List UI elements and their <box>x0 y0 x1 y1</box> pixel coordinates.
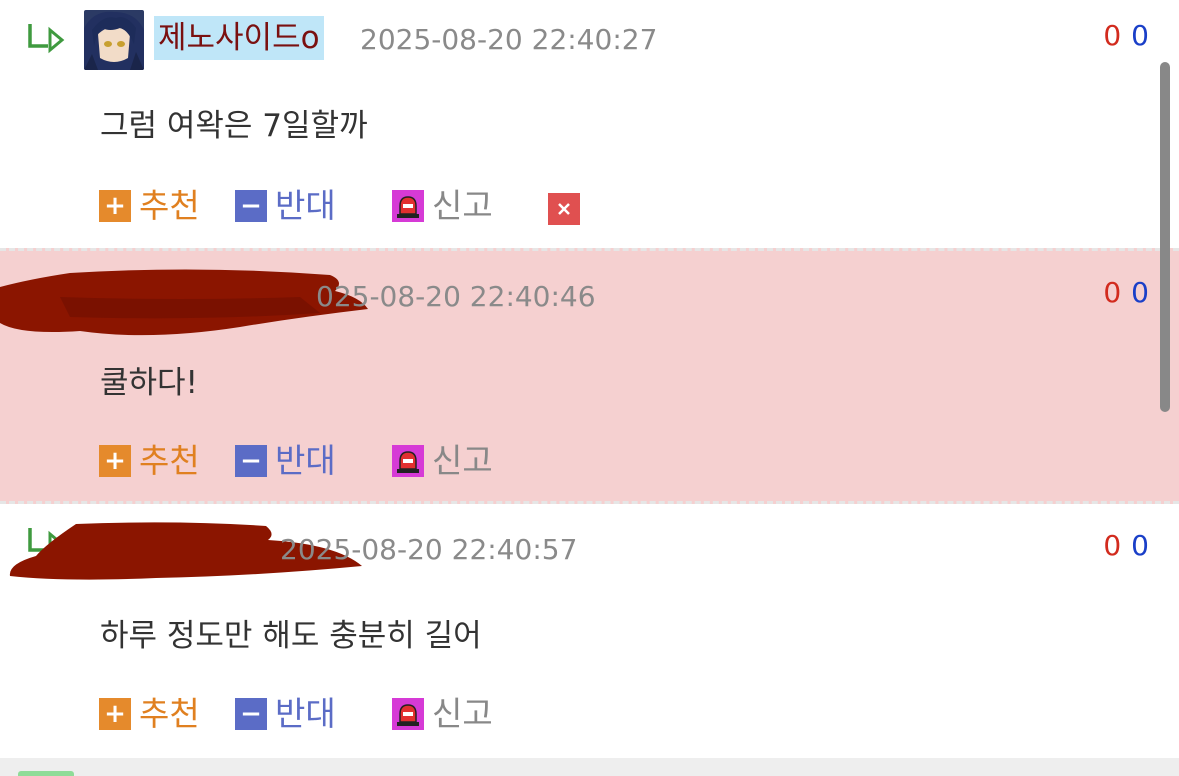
oppose-label: 반대 <box>275 186 336 225</box>
next-section-bar <box>0 758 1179 776</box>
report-label: 신고 <box>432 186 493 225</box>
comment-item: 025-08-20 22:40:46 00 쿨하다! + 추천 − 반대 신고 <box>0 248 1179 504</box>
minus-icon: − <box>235 445 267 477</box>
upvote-count: 0 <box>1103 529 1122 562</box>
oppose-button[interactable]: − 반대 <box>235 692 336 736</box>
next-section-tab <box>18 771 74 776</box>
downvote-count: 0 <box>1131 529 1149 562</box>
scrollbar-thumb[interactable] <box>1160 62 1170 412</box>
comment-datetime: 025-08-20 22:40:46 <box>316 280 596 313</box>
downvote-count: 0 <box>1131 276 1149 309</box>
siren-icon <box>392 190 424 222</box>
oppose-button[interactable]: − 반대 <box>235 439 336 483</box>
vote-counts: 00 <box>1103 16 1149 56</box>
comment-datetime: 2025-08-20 22:40:57 <box>280 533 578 566</box>
comment-list: 제노사이드o 2025-08-20 22:40:27 00 그럼 여왁은 7일할… <box>0 0 1179 776</box>
upvote-count: 0 <box>1103 19 1122 52</box>
nickname[interactable]: 제노사이드o <box>154 16 324 60</box>
avatar[interactable] <box>84 10 144 70</box>
minus-icon: − <box>235 190 267 222</box>
close-icon <box>558 203 570 215</box>
comment-item: 2025-08-20 22:40:57 00 하루 정도만 해도 충분히 길어 … <box>0 504 1179 758</box>
comment-text: 그럼 여왁은 7일할까 <box>100 108 368 144</box>
recommend-label: 추천 <box>139 694 200 733</box>
siren-icon <box>392 698 424 730</box>
plus-icon: + <box>99 445 131 477</box>
report-button[interactable]: 신고 <box>392 184 493 228</box>
plus-icon: + <box>99 190 131 222</box>
comment-datetime: 2025-08-20 22:40:27 <box>360 23 658 56</box>
minus-icon: − <box>235 698 267 730</box>
report-label: 신고 <box>432 694 493 733</box>
reply-arrow-icon <box>28 24 65 54</box>
report-label: 신고 <box>432 441 493 480</box>
recommend-button[interactable]: + 추천 <box>99 184 200 228</box>
comment-text: 쿨하다! <box>100 365 198 401</box>
siren-icon <box>392 445 424 477</box>
plus-icon: + <box>99 698 131 730</box>
vote-counts: 00 <box>1103 526 1149 566</box>
recommend-label: 추천 <box>139 186 200 225</box>
delete-button[interactable] <box>548 193 580 225</box>
downvote-count: 0 <box>1131 19 1149 52</box>
oppose-label: 반대 <box>275 441 336 480</box>
comment-item: 제노사이드o 2025-08-20 22:40:27 00 그럼 여왁은 7일할… <box>0 0 1179 248</box>
oppose-button[interactable]: − 반대 <box>235 184 336 228</box>
upvote-count: 0 <box>1103 276 1122 309</box>
recommend-label: 추천 <box>139 441 200 480</box>
vote-counts: 00 <box>1103 273 1149 313</box>
report-button[interactable]: 신고 <box>392 692 493 736</box>
comment-text: 하루 정도만 해도 충분히 길어 <box>100 618 482 654</box>
recommend-button[interactable]: + 추천 <box>99 692 200 736</box>
report-button[interactable]: 신고 <box>392 439 493 483</box>
recommend-button[interactable]: + 추천 <box>99 439 200 483</box>
oppose-label: 반대 <box>275 694 336 733</box>
